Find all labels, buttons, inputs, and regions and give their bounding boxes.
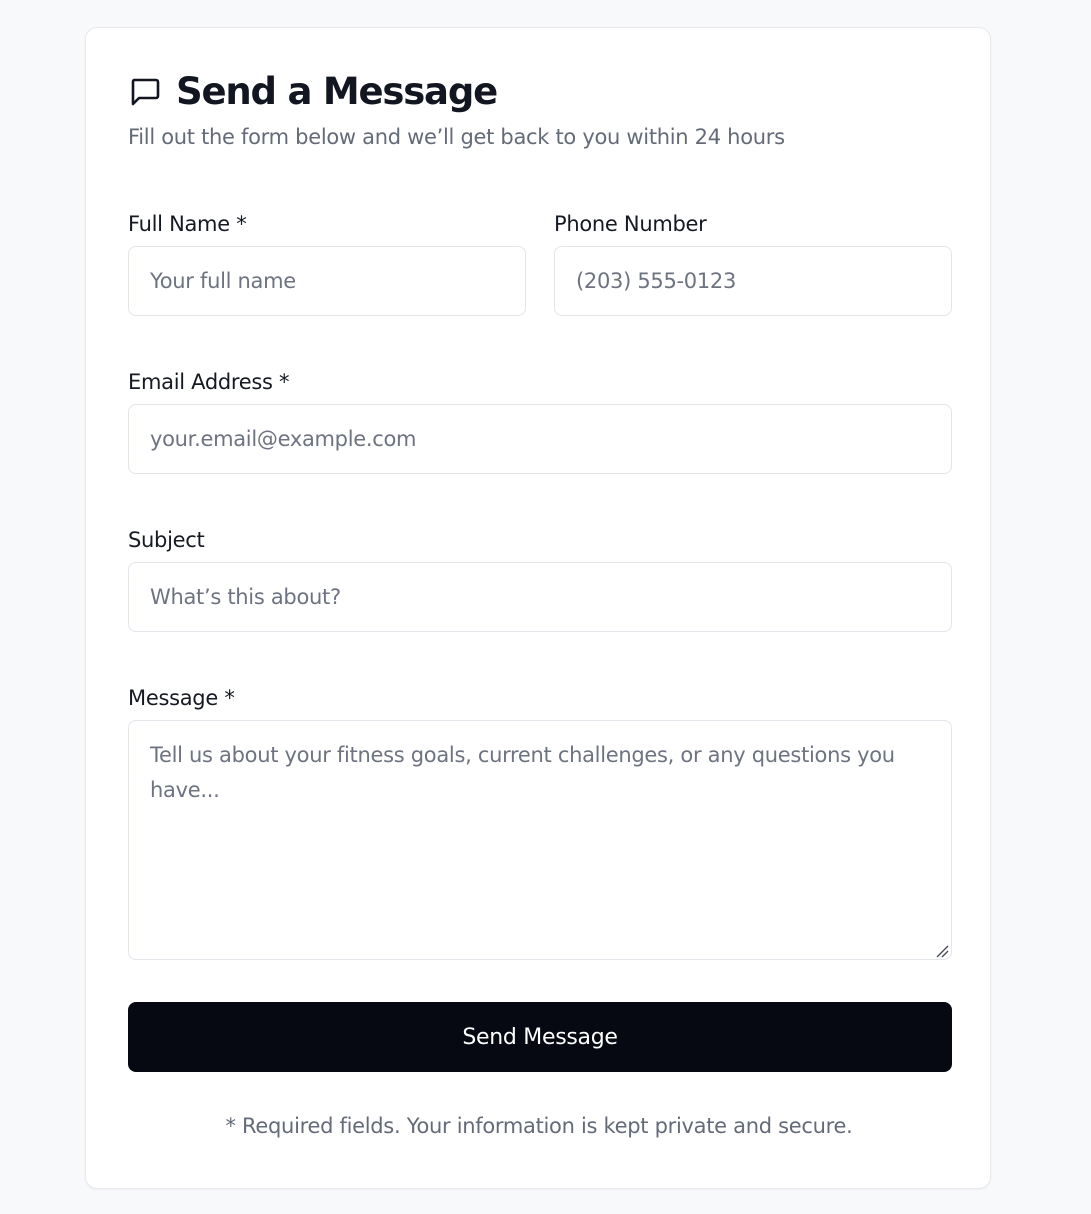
resize-handle-icon[interactable]: [935, 943, 949, 958]
message-textarea[interactable]: [128, 720, 952, 960]
email-address-input[interactable]: [128, 404, 952, 474]
chat-bubble-icon: [128, 75, 162, 109]
phone-number-input[interactable]: [554, 246, 952, 316]
form-title: Send a Message: [176, 70, 498, 113]
subject-input[interactable]: [128, 562, 952, 632]
full-name-input[interactable]: [128, 246, 526, 316]
form-subtitle: Fill out the form below and we’ll get ba…: [128, 125, 785, 149]
message-label: Message *: [128, 686, 235, 710]
phone-number-label: Phone Number: [554, 212, 707, 236]
contact-form-card: Send a Message Fill out the form below a…: [85, 27, 991, 1189]
form-header: Send a Message: [128, 68, 498, 116]
full-name-label: Full Name *: [128, 212, 247, 236]
subject-label: Subject: [128, 528, 205, 552]
email-address-label: Email Address *: [128, 370, 290, 394]
required-fields-note: * Required fields. Your information is k…: [225, 1114, 853, 1138]
send-message-button[interactable]: Send Message: [128, 1002, 952, 1072]
